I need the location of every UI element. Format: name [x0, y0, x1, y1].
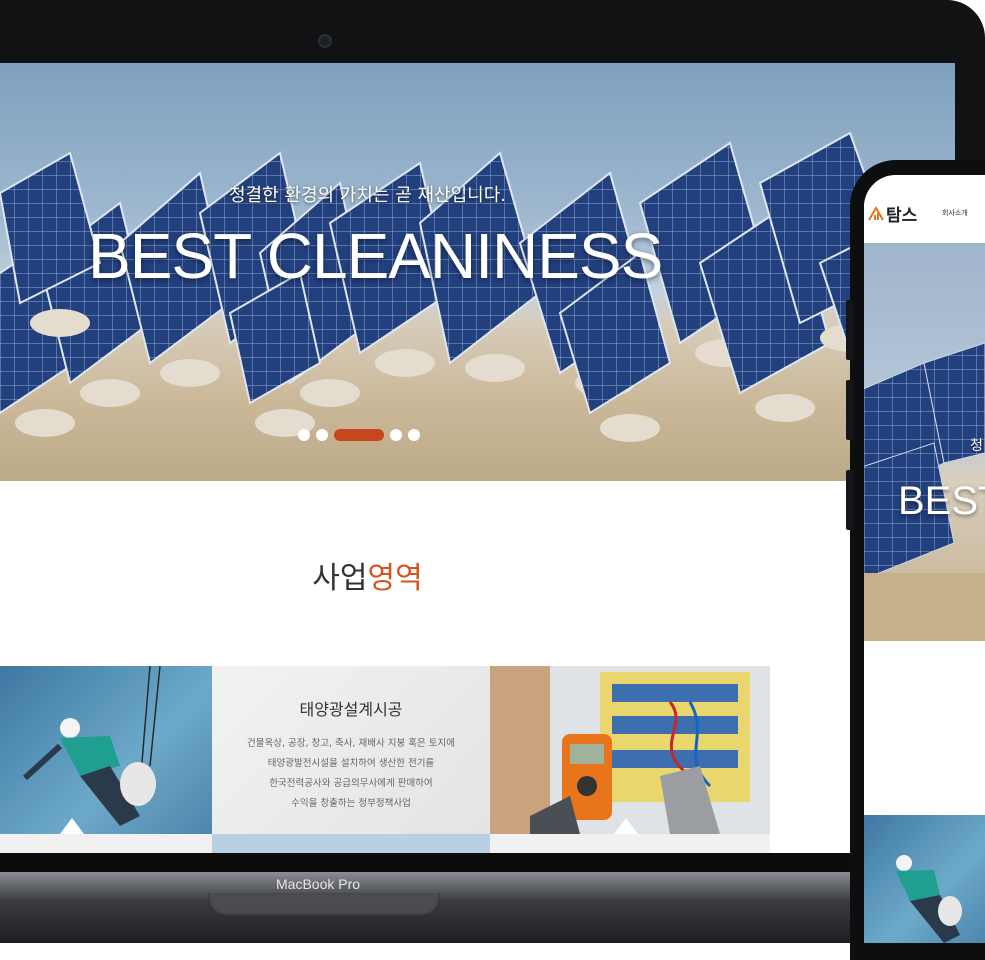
laptop-base [0, 872, 985, 943]
panel-base [375, 349, 435, 377]
mobile-window-cleaner-image [896, 855, 962, 943]
phone-button [846, 300, 854, 360]
mobile-nav-item[interactable]: 회사소개 [942, 208, 968, 218]
card-line: 한국전력공사와 공급의무사에게 판매하여 [269, 778, 433, 789]
card-title: 태양광설계시공 [299, 700, 403, 719]
slider-dots [298, 429, 420, 441]
mobile-logo[interactable]: 탐스 [886, 201, 917, 226]
mobile-solar-image [864, 342, 985, 641]
mobile-hero-subtitle: 청 [970, 438, 983, 454]
laptop-hinge [0, 853, 985, 873]
section-title-plain: 사업 [312, 561, 368, 596]
card-line: 태양광발전시설을 설치하여 생산한 전기를 [267, 758, 435, 769]
panel-base [465, 354, 525, 382]
laptop-model-label: MacBook Pro [276, 876, 361, 892]
strip-segment [212, 834, 490, 853]
card-description: 건물옥상, 공장, 창고, 축사, 재배사 지붕 혹은 토지에 태양광발전시설을… [212, 734, 490, 814]
panel-base [600, 414, 660, 442]
laptop-notch [208, 893, 440, 917]
slider-dot-active[interactable] [334, 429, 384, 441]
hero-title: BEST CLEANINESS [88, 220, 663, 292]
window-cleaner-image [22, 666, 161, 834]
hero-subtitle: 청결한 환경의 가치는 곧 재산입니다. [228, 185, 506, 206]
phone-button [846, 470, 854, 530]
hero-slider: 청결한 환경의 가치는 곧 재산입니다. BEST CLEANINESS [0, 63, 955, 481]
section-title-accent: 영역 [367, 561, 423, 596]
slider-dot[interactable] [408, 429, 420, 441]
slider-dot[interactable] [316, 429, 328, 441]
mobile-card-image[interactable] [864, 815, 985, 943]
logo-icon [868, 206, 884, 221]
cards-bottom-strip [0, 834, 770, 853]
panel-base [15, 409, 75, 437]
mobile-hero-title: BEST [898, 479, 985, 523]
panel-base [300, 379, 360, 407]
mobile-header: 탐스 회사소개 [864, 175, 985, 244]
panel-base [160, 359, 220, 387]
panel-base [30, 309, 90, 337]
panel-base [755, 394, 815, 422]
panel-base [80, 379, 140, 407]
camera-icon [318, 34, 332, 48]
laptop-screen: 청결한 환경의 가치는 곧 재산입니다. BEST CLEANINESS 사업영… [0, 63, 955, 853]
slider-dot[interactable] [298, 429, 310, 441]
slider-dot[interactable] [390, 429, 402, 441]
card-line: 수익을 창출하는 정부정책사업 [291, 798, 411, 809]
card-line: 건물옥상, 공장, 창고, 축사, 재배사 지붕 혹은 토지에 [246, 738, 456, 749]
phone-button [846, 380, 854, 440]
phone-screen: 탐스 회사소개 청 BEST [864, 175, 985, 943]
business-card-electrical[interactable] [490, 666, 770, 834]
business-card-solar[interactable]: 태양광설계시공 건물옥상, 공장, 창고, 축사, 재배사 지붕 혹은 토지에 … [212, 666, 490, 834]
electrician-image [490, 666, 750, 834]
business-card-cleaning[interactable] [0, 666, 212, 834]
section-title: 사업영역 [0, 553, 735, 597]
mobile-hero: 청 BEST [864, 243, 985, 641]
